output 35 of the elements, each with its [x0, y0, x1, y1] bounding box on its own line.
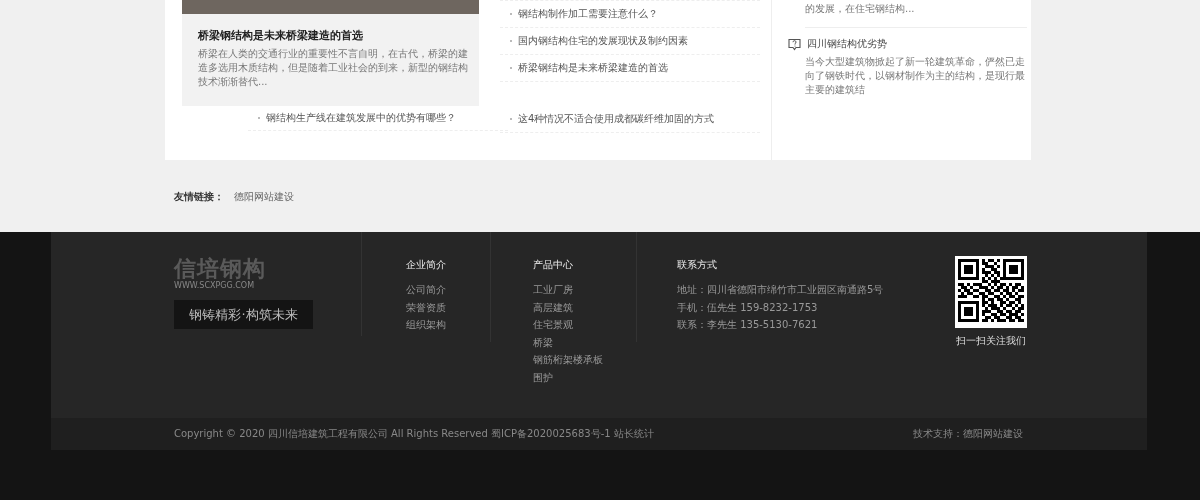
footer-heading: 产品中心 — [533, 258, 574, 272]
qr-code-icon — [955, 256, 1027, 328]
friend-links-label: 友情链接： — [174, 190, 224, 204]
article-excerpt: 的发展，在住宅钢结构... — [805, 0, 1027, 28]
footer-heading: 联系方式 — [677, 258, 718, 272]
contact-line: 手机：伍先生 159-8232-1753 — [677, 300, 819, 315]
footer-heading: 企业简介 — [406, 258, 446, 272]
article-title[interactable]: 桥梁钢结构是未来桥梁建造的首选 — [198, 28, 479, 43]
question-bubble-icon — [788, 37, 801, 51]
news-link[interactable]: 国内钢结构住宅的发展现状及制约因素 — [518, 34, 688, 48]
footer-link[interactable]: 组织架构 — [406, 316, 446, 334]
footer-link[interactable]: 钢筋桁架楼承板 — [533, 351, 636, 369]
article-excerpt: 当今大型建筑物掀起了新一轮建筑革命，俨然已走向了钢铁时代，以钢材制作为主的结构，是现行最主要的建筑结 — [805, 55, 1026, 97]
article-excerpt: 桥梁在人类的交通行业的重要性不言自明，在古代，桥梁的建造多选用木质结构，但是随着工业社会的到来，新型的钢结构技术渐渐替代... — [198, 47, 469, 89]
footer-link[interactable]: 荣誉资质 — [406, 298, 446, 316]
footer-link[interactable]: 公司简介 — [406, 281, 446, 299]
news-link[interactable]: 钢结构生产线在建筑发展中的优势有哪些？ — [266, 111, 456, 125]
footer-link[interactable]: 工业厂房 — [533, 281, 636, 299]
featured-article-card[interactable]: 桥梁钢结构是未来桥梁建造的首选 桥梁在人类的交通行业的重要性不言自明，在古代，桥梁的建造多选用木质结构，但是随着工业社会的到来，新型的钢结构技术渐渐替代... — [182, 14, 479, 106]
support-link[interactable]: 技术支持：德阳网站建设 — [913, 427, 1023, 441]
news-link[interactable]: 这4种情况不适合使用成都碳纤维加固的方式 — [518, 112, 715, 126]
slogan-banner: 钢铸精彩·构筑未来 — [174, 300, 313, 329]
copyright-text: Copyright © 2020 四川信培建筑工程有限公司 All Rights Reserved 蜀ICP备2020025683号-1 站长统计 — [174, 427, 654, 441]
footer-link[interactable]: 桥梁 — [533, 333, 636, 351]
logo-url: WWW.SCXPGG.COM — [174, 281, 256, 290]
qr-caption: 扫一扫关注我们 — [956, 334, 1026, 348]
footer-link[interactable]: 围护 — [533, 368, 636, 386]
article-title[interactable]: 四川钢结构优劣势 — [807, 37, 887, 51]
contact-line: 联系：李先生 135-5130-7621 — [677, 318, 819, 332]
footer-link[interactable]: 住宅景观 — [533, 316, 636, 334]
friend-link[interactable]: 德阳网站建设 — [234, 190, 294, 204]
news-link[interactable]: 钢结构制作加工需要注意什么？ — [518, 7, 658, 21]
news-link[interactable]: 桥梁钢结构是未来桥梁建造的首选 — [518, 61, 668, 75]
contact-line: 地址：四川省德阳市绵竹市工业园区南通路5号 — [677, 283, 885, 297]
footer-link[interactable]: 高层建筑 — [533, 298, 636, 316]
